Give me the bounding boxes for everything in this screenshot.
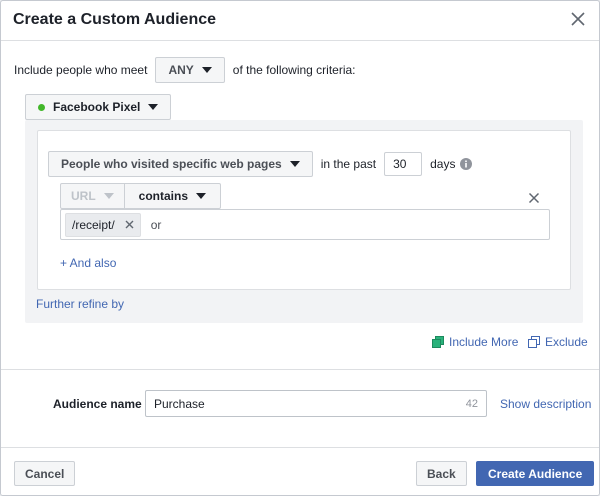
days-input[interactable]	[384, 152, 423, 176]
criteria-prefix: Include people who meet	[14, 63, 148, 77]
audience-name-input[interactable]: Purchase 42	[145, 390, 487, 417]
chevron-down-icon	[148, 104, 159, 110]
audience-name-value: Purchase	[154, 396, 205, 411]
token-connector: or	[150, 217, 162, 232]
create-custom-audience-dialog: Create a Custom Audience Include people …	[0, 0, 600, 496]
include-more-action[interactable]: Include More	[432, 335, 518, 349]
field-dropdown[interactable]: URL	[60, 183, 125, 209]
remove-token-icon[interactable]	[125, 220, 134, 229]
further-refine-link[interactable]: Further refine by	[36, 297, 124, 311]
chevron-down-icon	[201, 67, 212, 73]
cancel-button[interactable]: Cancel	[14, 461, 76, 486]
in-the-past-label: in the past	[320, 157, 377, 171]
info-icon[interactable]	[460, 158, 473, 170]
visitor-option-dropdown[interactable]: People who visited specific web pages	[48, 151, 313, 177]
and-also-link[interactable]: + And also	[60, 256, 116, 270]
rule-panel: People who visited specific web pages in…	[25, 120, 583, 323]
chevron-down-icon	[289, 161, 300, 167]
chevron-down-icon	[196, 193, 207, 199]
days-label: days	[430, 157, 456, 171]
include-more-label: Include More	[449, 335, 519, 349]
dialog-title: Create a Custom Audience	[13, 11, 217, 28]
visitor-option-value: People who visited specific web pages	[61, 157, 282, 171]
url-token: /receipt/	[65, 212, 141, 237]
exclude-label: Exclude	[545, 335, 588, 349]
match-type-dropdown[interactable]: ANY	[155, 57, 225, 83]
section-divider	[1, 369, 599, 370]
include-icon	[432, 336, 444, 348]
criteria-suffix: of the following criteria:	[232, 63, 356, 77]
source-dropdown[interactable]: Facebook Pixel	[25, 94, 172, 120]
show-description-link[interactable]: Show description	[500, 397, 591, 411]
operator-dropdown[interactable]: contains	[124, 183, 222, 209]
remove-rule-icon[interactable]	[528, 192, 540, 204]
close-icon[interactable]	[569, 10, 587, 28]
pixel-status-dot	[38, 103, 45, 111]
remaining-char-count: 42	[465, 397, 478, 410]
criteria-row: Include people who meet ANY of the follo…	[14, 57, 356, 83]
dialog-header: Create a Custom Audience	[1, 1, 599, 41]
operator-label: contains	[138, 189, 189, 203]
url-filter-row: URL contains	[60, 183, 222, 209]
audience-name-label: Audience name	[53, 397, 142, 411]
exclude-icon	[528, 336, 540, 348]
rule-card: People who visited specific web pages in…	[37, 130, 571, 290]
match-type-value: ANY	[168, 63, 194, 77]
source-label: Facebook Pixel	[53, 100, 141, 114]
url-token-label: /receipt/	[72, 217, 115, 232]
url-token-input[interactable]: /receipt/ or	[60, 209, 550, 240]
rule-row: People who visited specific web pages in…	[48, 151, 473, 177]
dialog-footer: Cancel Back Create Audience	[1, 447, 599, 495]
back-button[interactable]: Back	[416, 461, 467, 486]
field-label: URL	[71, 189, 96, 203]
chevron-down-icon	[103, 193, 114, 199]
exclude-action[interactable]: Exclude	[528, 335, 588, 349]
create-audience-button[interactable]: Create Audience	[476, 461, 595, 486]
